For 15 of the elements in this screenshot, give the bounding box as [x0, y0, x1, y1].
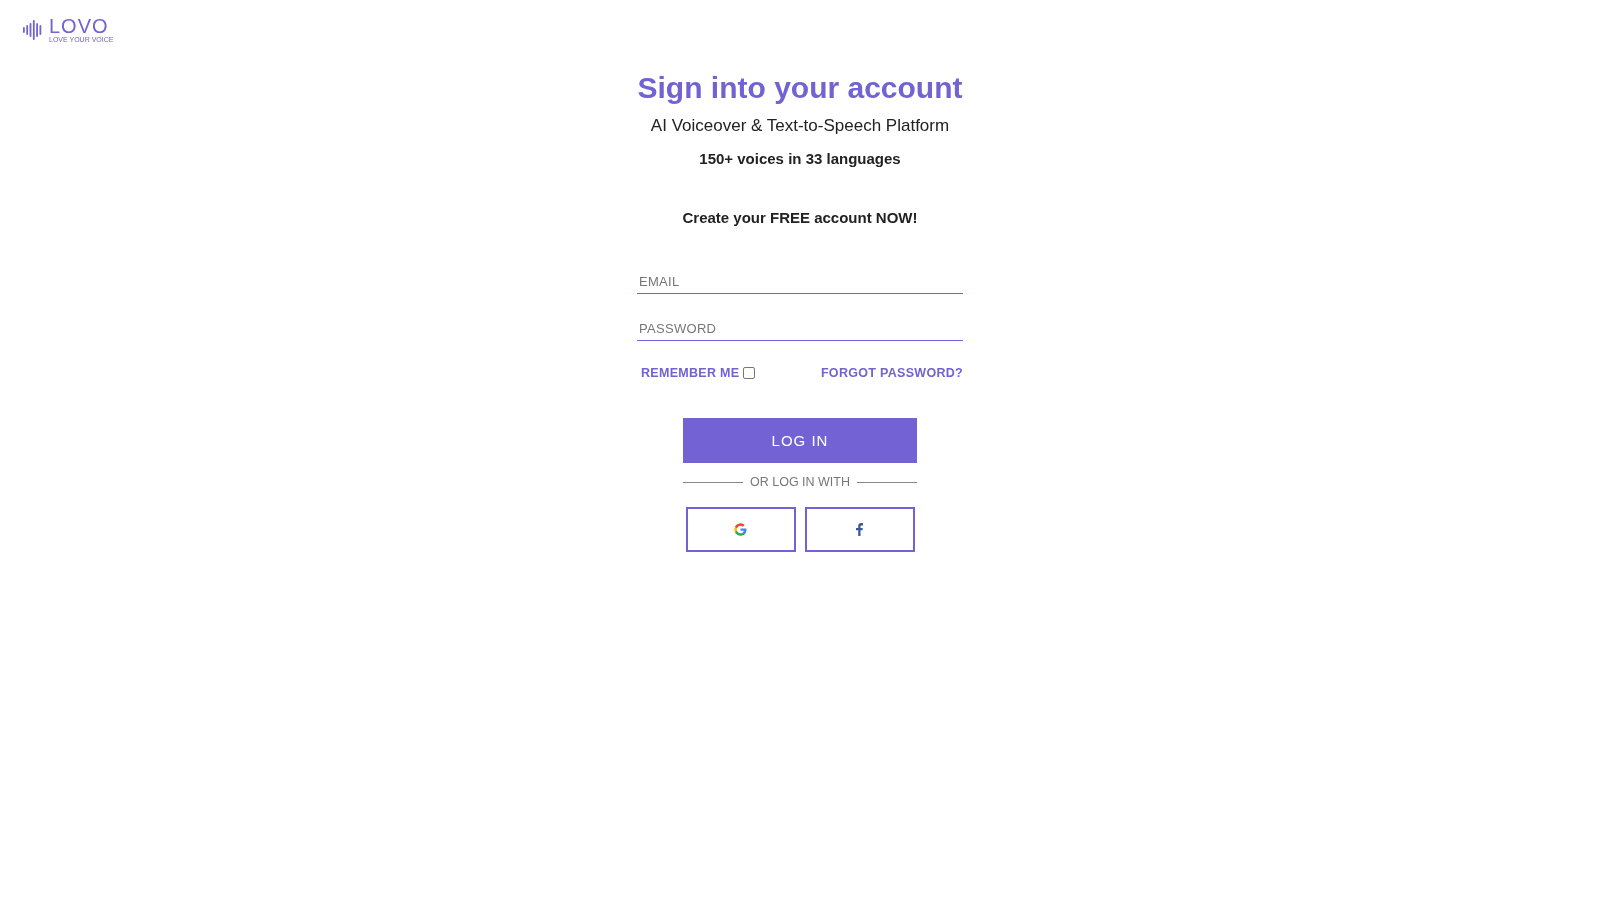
- forgot-password-link[interactable]: FORGOT PASSWORD?: [820, 366, 963, 380]
- remember-checkbox[interactable]: [743, 367, 756, 379]
- facebook-login-button[interactable]: [804, 507, 915, 552]
- subtitle: AI Voiceover & Text-to-Speech Platform: [650, 116, 950, 136]
- login-button[interactable]: LOG IN: [683, 418, 917, 463]
- google-login-button[interactable]: [685, 507, 796, 552]
- remember-me-label: REMEMBER ME: [641, 366, 740, 380]
- divider-text: OR LOG IN WITH: [750, 475, 850, 489]
- page-title: Sign into your account: [637, 70, 963, 106]
- voices-info: 150+ voices in 33 languages: [699, 150, 901, 167]
- sound-wave-icon: [23, 19, 43, 41]
- facebook-icon: [856, 523, 863, 536]
- logo-name: LOVO: [49, 16, 110, 36]
- google-icon: [734, 523, 747, 536]
- promo-text: Create your FREE account NOW!: [682, 209, 918, 226]
